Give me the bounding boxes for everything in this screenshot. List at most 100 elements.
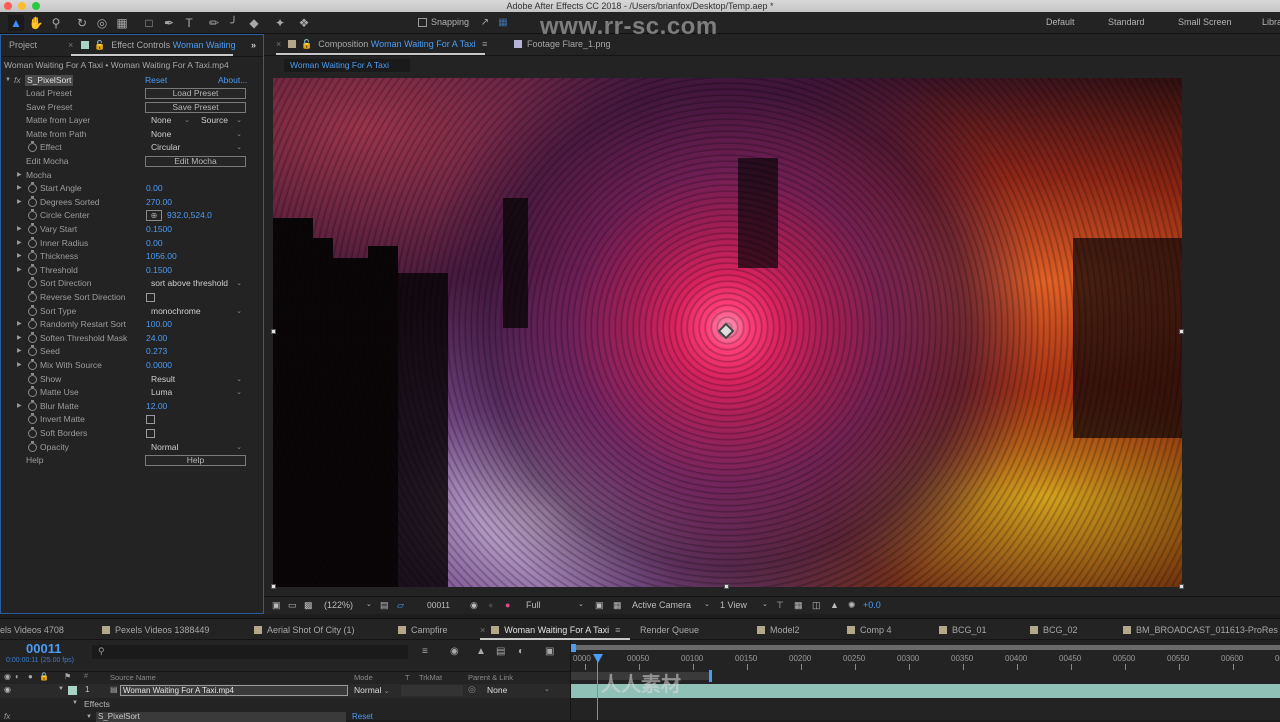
grid-guides-icon[interactable]: ▤ xyxy=(380,600,389,611)
snap-edges-icon[interactable]: ↗ xyxy=(477,15,493,31)
tab-composition[interactable]: 🔓 Composition Woman Waiting For A Taxi ≡ xyxy=(288,39,487,50)
param-value[interactable]: 1056.00 xyxy=(146,250,177,263)
param-value[interactable]: 0.1500 xyxy=(146,223,172,236)
param-value[interactable]: 0.00 xyxy=(146,237,163,250)
motion-blur-icon[interactable]: ◐ xyxy=(518,646,524,657)
param-dropdown[interactable]: None ⌄ xyxy=(146,129,246,140)
timeline-tab-bcg-01[interactable]: BCG_01 xyxy=(939,625,987,635)
param-expand-triangle[interactable]: ▶ xyxy=(17,264,22,277)
timeline-effect-name[interactable]: S_PixelSort xyxy=(96,712,346,722)
chevron-down-icon[interactable]: ⌄ xyxy=(762,600,768,608)
timeline-tab-aerial-shot-of-city-1[interactable]: Aerial Shot Of City (1) xyxy=(254,625,355,635)
effects-expand-triangle[interactable]: ▼ xyxy=(72,700,78,706)
roto-brush-tool-icon[interactable]: ✦ xyxy=(272,15,288,31)
edit-mocha-button[interactable]: Edit Mocha xyxy=(145,156,246,167)
current-time-display[interactable]: 00011 xyxy=(26,641,61,656)
timeline-tab-campfire[interactable]: Campfire xyxy=(398,625,448,635)
comp-breadcrumb[interactable]: Woman Waiting For A Taxi xyxy=(284,59,410,72)
stopwatch-icon[interactable] xyxy=(28,223,37,234)
flowchart-icon[interactable]: ▲ xyxy=(830,600,839,610)
tab-footage[interactable]: Footage Flare_1.png xyxy=(514,39,611,49)
stopwatch-icon[interactable] xyxy=(28,331,37,343)
save-preset-button[interactable]: Save Preset xyxy=(145,101,246,113)
stopwatch-icon[interactable] xyxy=(28,413,37,425)
timeline-track-area[interactable]: 0000 00050 00100 00150 00200 00250 00300 00350 0… xyxy=(570,640,1280,720)
stopwatch-icon[interactable] xyxy=(28,440,37,452)
layer-handle[interactable] xyxy=(1179,329,1184,334)
layer-handle[interactable] xyxy=(1179,584,1184,589)
comp-mini-flowchart-icon[interactable]: ≡ xyxy=(422,646,428,657)
tab-effect-controls[interactable]: 🔓 Effect Controls Woman Waiting xyxy=(81,40,236,51)
frame-blending-icon[interactable]: ▤ xyxy=(496,646,505,657)
playhead-head[interactable] xyxy=(592,654,603,663)
show-snapshot-icon[interactable]: ● xyxy=(488,600,493,610)
clone-stamp-tool-icon[interactable]: ╯ xyxy=(226,15,242,31)
monitor-icon[interactable]: ▭ xyxy=(288,600,297,611)
stopwatch-icon[interactable] xyxy=(28,209,37,221)
stopwatch-icon[interactable] xyxy=(28,195,37,207)
rotate-tool-icon[interactable]: ↻ xyxy=(74,15,90,31)
timeline-tab-bcg-02[interactable]: BCG_02 xyxy=(1030,625,1078,635)
group-expand-triangle[interactable]: ▶ xyxy=(17,169,22,182)
work-area-end-handle[interactable] xyxy=(709,670,712,682)
close-tab-icon[interactable]: × xyxy=(480,625,485,635)
zoom-window-button[interactable] xyxy=(32,2,40,10)
fx-icon[interactable]: fx xyxy=(14,74,21,87)
stopwatch-icon[interactable] xyxy=(28,399,37,411)
draft-3d-icon[interactable]: ◉ xyxy=(450,646,459,657)
pen-tool-icon[interactable]: ✒ xyxy=(161,15,177,31)
region-of-interest-icon[interactable]: ▣ xyxy=(595,600,604,611)
param-value[interactable]: 0.1500 xyxy=(146,264,172,277)
param-value[interactable]: 932.0,524.0 xyxy=(167,209,212,222)
snap-grid-icon[interactable]: ▦ xyxy=(495,15,511,31)
stopwatch-icon[interactable] xyxy=(28,318,37,330)
param-value[interactable]: 270.00 xyxy=(146,196,172,209)
effect-about-link[interactable]: About... xyxy=(218,74,247,87)
orbit-camera-tool-icon[interactable]: ◎ xyxy=(94,15,110,31)
rectangle-tool-icon[interactable]: □ xyxy=(141,15,157,31)
chevron-down-icon[interactable]: ⌄ xyxy=(544,685,550,693)
toggle-pixel-aspect-icon[interactable]: ⊤ xyxy=(776,600,784,611)
crosshair-icon[interactable]: ⊕ xyxy=(146,210,162,222)
param-dropdown[interactable]: Circular ⌄ xyxy=(146,142,246,153)
stopwatch-icon[interactable] xyxy=(28,345,37,357)
chevron-down-icon[interactable]: ⌄ xyxy=(366,600,372,608)
hand-tool-icon[interactable]: ✋ xyxy=(28,15,44,31)
stopwatch-icon[interactable] xyxy=(28,263,37,275)
param-checkbox[interactable] xyxy=(146,293,155,302)
camera-dropdown[interactable]: Active Camera xyxy=(632,600,691,610)
brush-tool-icon[interactable]: ✏ xyxy=(206,15,222,31)
minimize-window-button[interactable] xyxy=(18,2,26,10)
parent-dropdown[interactable]: None xyxy=(487,685,507,695)
parent-header[interactable]: Parent & Link xyxy=(468,673,513,682)
param-expand-triangle[interactable]: ▶ xyxy=(17,332,22,345)
panel-menu-icon[interactable]: ≡ xyxy=(482,39,487,49)
timeline-tab-woman-waiting-for-a-taxi[interactable]: × Woman Waiting For A Taxi ≡ xyxy=(480,625,620,635)
help-button[interactable]: Help xyxy=(145,455,246,467)
resolution-dropdown[interactable]: Full xyxy=(526,600,541,610)
fast-previews-icon[interactable]: ▦ xyxy=(794,600,803,611)
layer-expand-triangle[interactable]: ▼ xyxy=(58,686,64,692)
param-dropdown[interactable]: Result ⌄ xyxy=(146,374,246,385)
stopwatch-icon[interactable] xyxy=(28,304,37,316)
timeline-tab-els-videos-4708[interactable]: els Videos 4708 xyxy=(0,625,64,635)
param-value[interactable]: 0.00 xyxy=(146,182,163,195)
layer-mode-dropdown[interactable]: Normal ⌄ xyxy=(354,685,390,695)
graph-editor-icon[interactable]: ▣ xyxy=(545,646,554,657)
stopwatch-icon[interactable] xyxy=(28,291,37,302)
mask-visibility-icon[interactable]: ▱ xyxy=(397,600,404,611)
effect-expand-triangle[interactable]: ▼ xyxy=(5,74,11,87)
layer-label-color[interactable] xyxy=(68,686,77,695)
trkmat-header[interactable]: TrkMat xyxy=(419,673,442,682)
snapshot-icon[interactable]: ◉ xyxy=(470,600,478,611)
stopwatch-icon[interactable] xyxy=(28,182,37,194)
reset-exposure-icon[interactable]: ✺ xyxy=(848,600,856,611)
label-tag-icon[interactable]: ⚑ xyxy=(64,672,71,681)
param-dropdown[interactable]: Normal ⌄ xyxy=(146,442,246,453)
panel-overflow-icon[interactable]: » xyxy=(251,40,256,50)
puppet-pin-tool-icon[interactable]: ❖ xyxy=(296,15,312,31)
param-dropdown[interactable]: sort above threshold ⌄ xyxy=(146,278,246,289)
timeline-tab-comp-4[interactable]: Comp 4 xyxy=(847,625,892,635)
trkmat-dropdown[interactable] xyxy=(401,685,463,696)
work-area-start-handle[interactable] xyxy=(571,644,576,652)
